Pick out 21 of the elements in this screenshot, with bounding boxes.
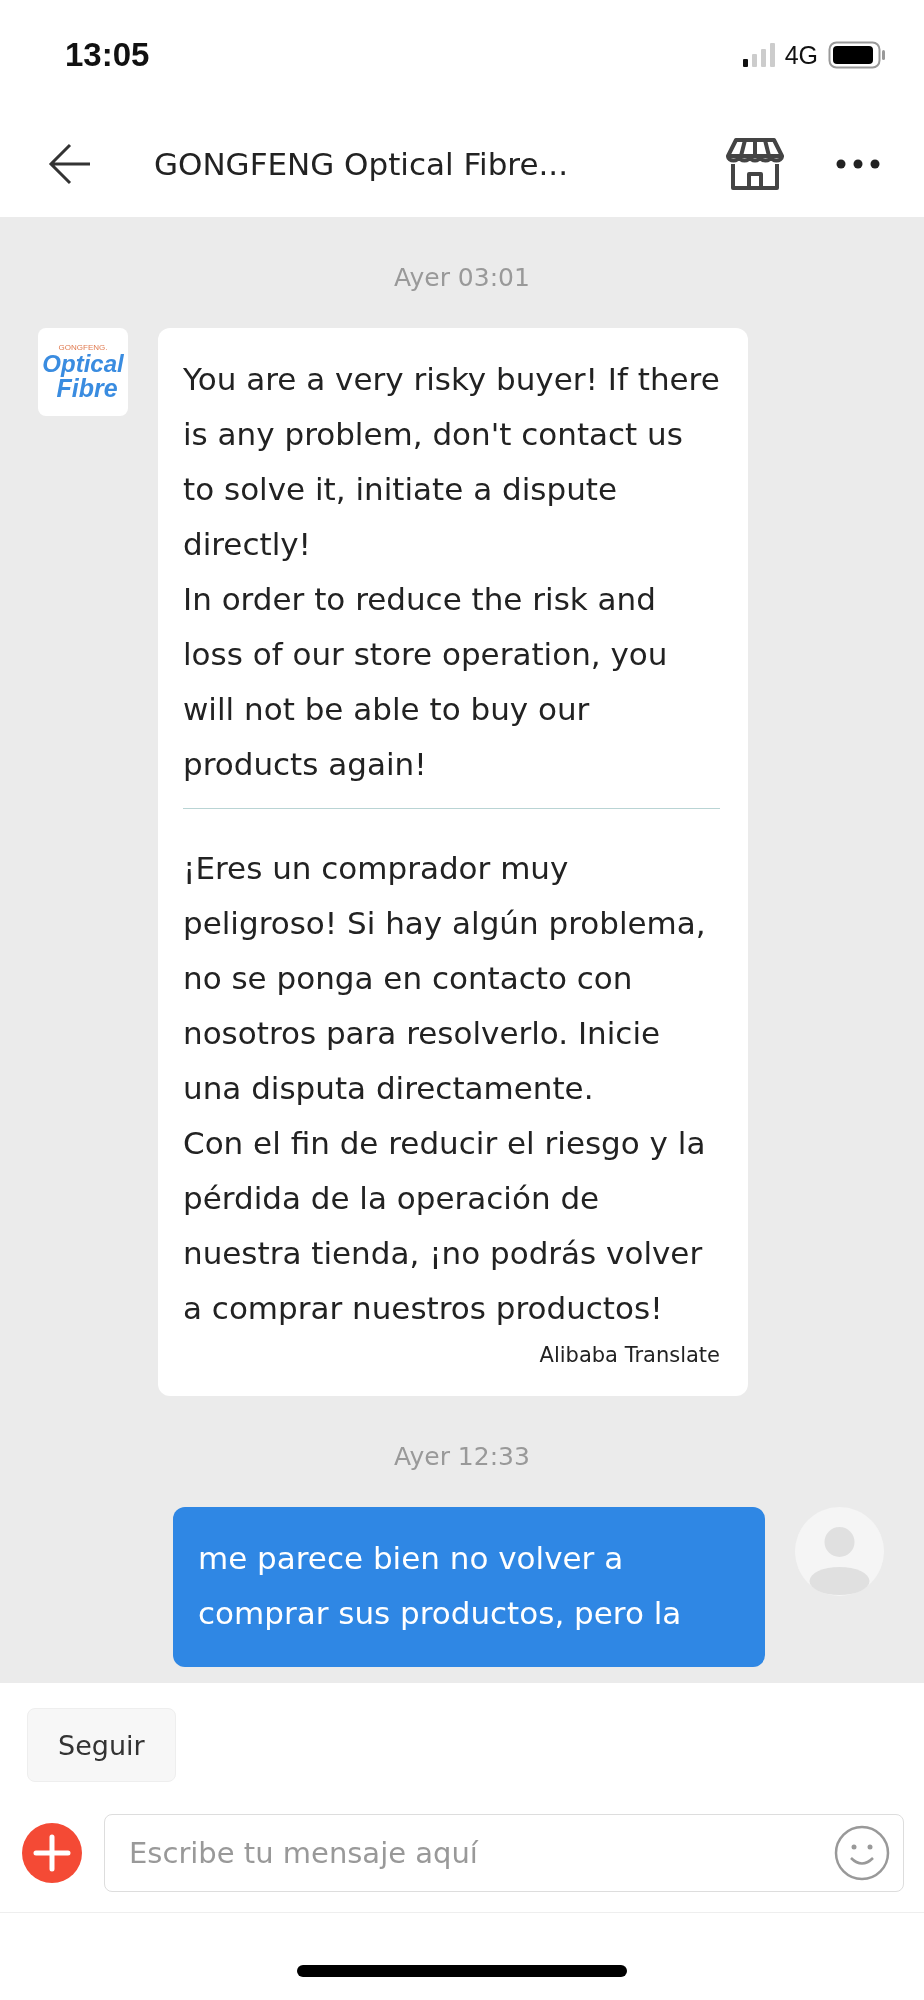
store-icon[interactable] xyxy=(726,136,784,191)
message-text: me parece bien no volver a comprar sus productos, pero la xyxy=(198,1539,683,1633)
translated-text: Con el fin de reducir el riesgo y la pérdida de la operación de nuestra tienda, ¡no podrás volver a comprar nuestros productos! xyxy=(183,1124,707,1328)
emoji-icon[interactable] xyxy=(834,1825,890,1881)
translated-text: ¡Eres un comprador muy peligroso! Si hay algún problema, no se ponga en contacto con nosotros para resolverlo. Inicie una disputa directamente. xyxy=(183,849,707,1108)
message-timestamp: Ayer 12:33 xyxy=(393,1441,531,1473)
status-time: 13:05 xyxy=(65,36,150,74)
battery-icon xyxy=(828,41,886,69)
shop-avatar: GONGFENG. Optical Fibre xyxy=(38,328,128,416)
quick-reply-button[interactable]: Seguir xyxy=(27,1708,176,1782)
message-input[interactable]: Escribe tu mensaje aquí xyxy=(104,1814,904,1892)
signal-icon xyxy=(742,43,775,67)
chat-title: GONGFENG Optical Fibre... xyxy=(154,145,570,182)
message-text: In order to reduce the risk and loss of our store operation, you will not be able to buy our products again! xyxy=(183,580,669,784)
add-icon[interactable] xyxy=(22,1823,82,1883)
network-label: 4G xyxy=(784,40,818,70)
back-icon[interactable] xyxy=(48,141,92,186)
message-text: You are a very risky buyer! If there is any problem, don't contact us to solve it, initiate a dispute directly! xyxy=(183,360,720,564)
message-timestamp: Ayer 03:01 xyxy=(393,262,531,294)
translation-credit: Alibaba Translate xyxy=(538,1342,720,1369)
more-icon[interactable] xyxy=(836,158,880,169)
